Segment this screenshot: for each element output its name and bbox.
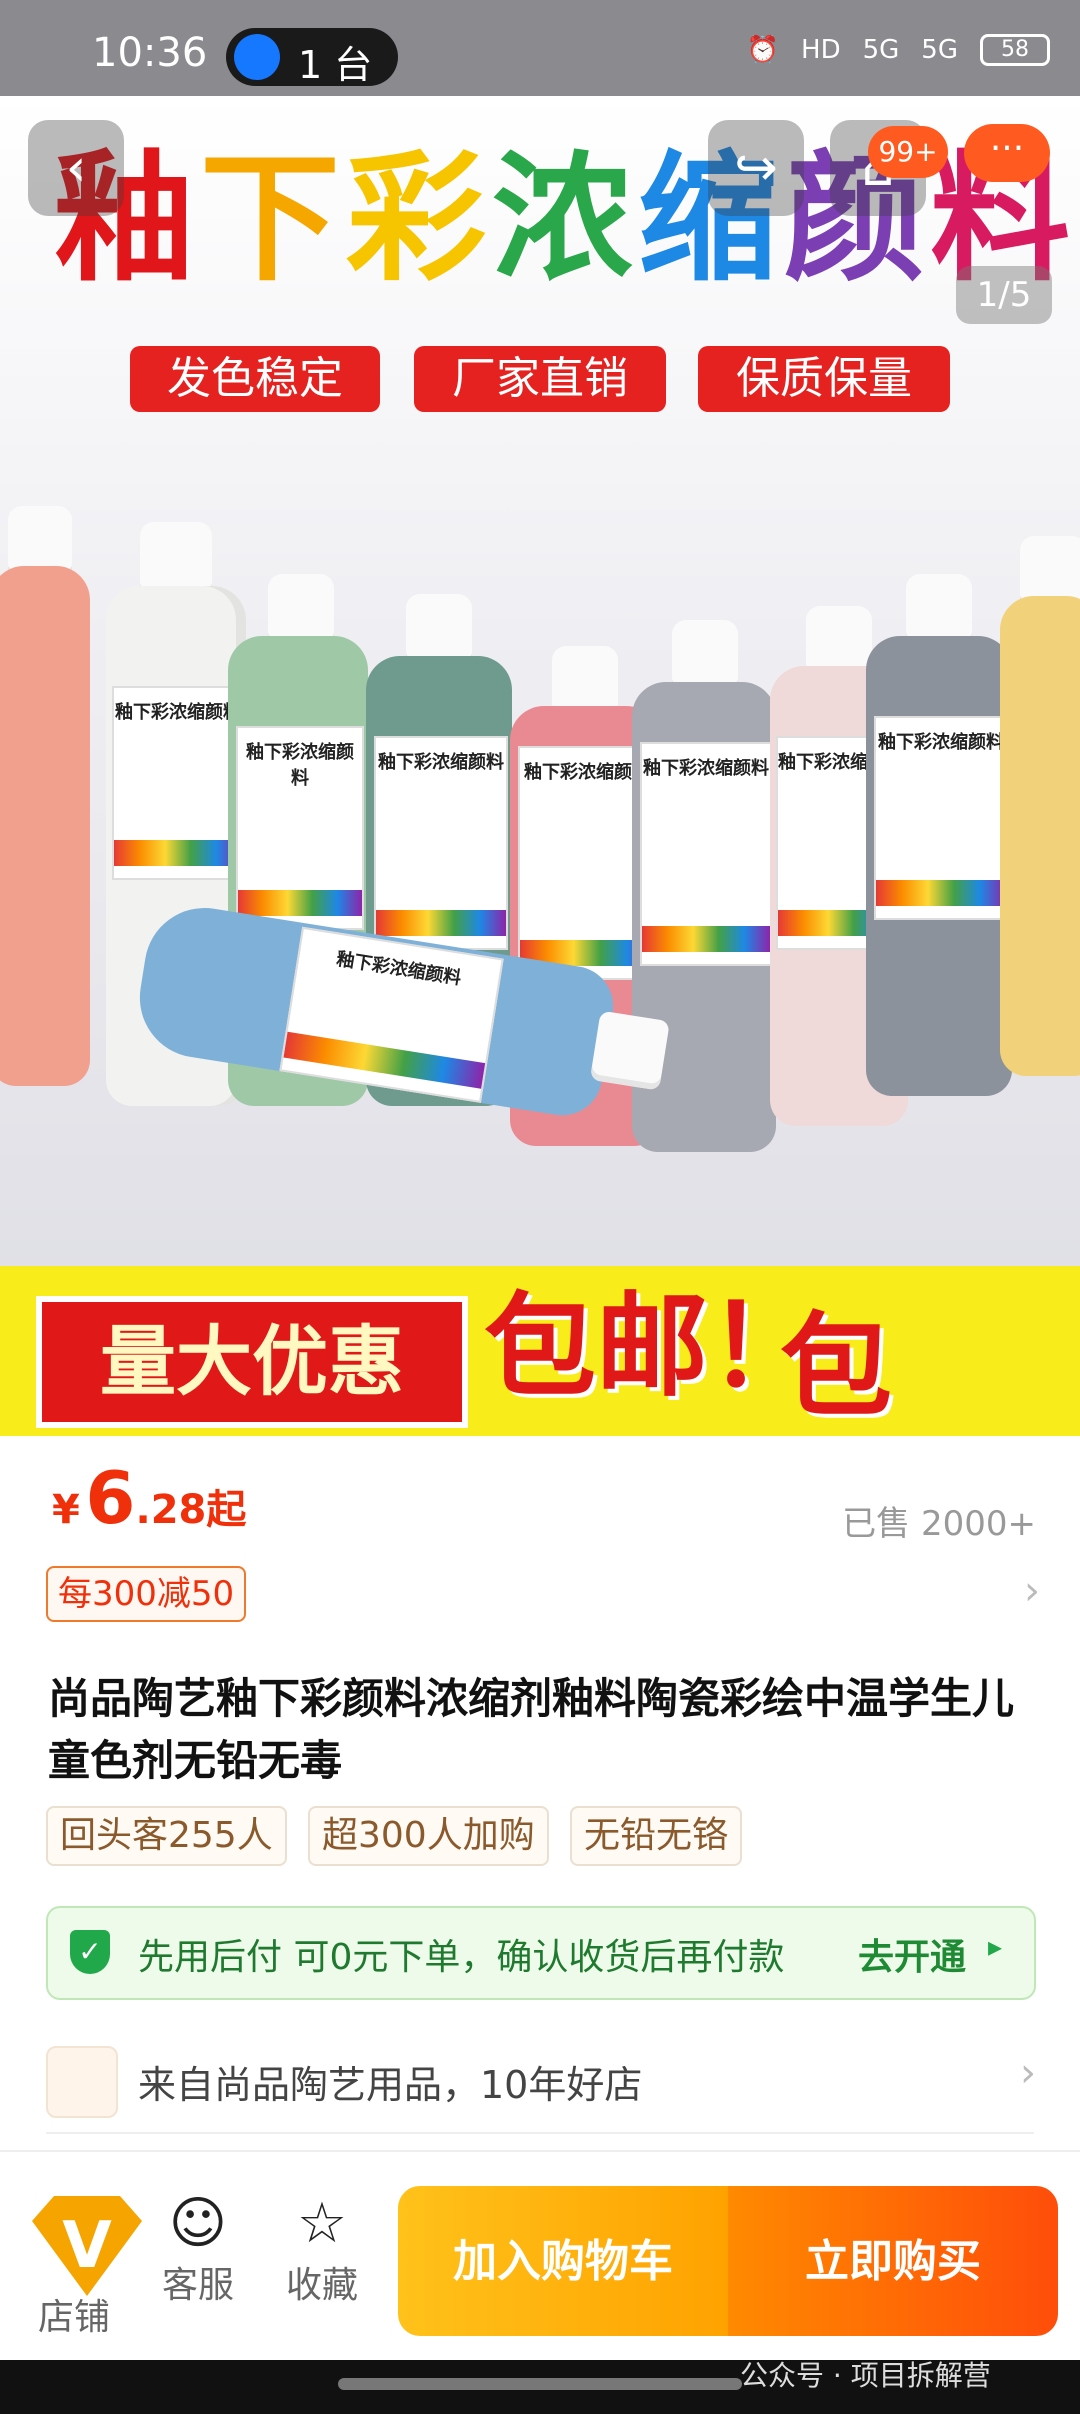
service-tab[interactable]: ☺ 客服 — [148, 2192, 248, 2308]
image-counter: 1/5 — [956, 266, 1052, 324]
action-bar: V 店铺 ☺ 客服 ☆ 收藏 加入购物车 立即购买 — [0, 2150, 1080, 2362]
pay-later-banner[interactable]: ✓ 先用后付 可0元下单，确认收货后再付款 去开通 ▸ — [46, 1906, 1036, 2000]
banner-char: 彩 — [346, 137, 493, 301]
bottle — [1000, 536, 1080, 1076]
cart-badge: 99+ — [868, 126, 948, 178]
feature-badge: 保质保量 — [698, 346, 950, 412]
back-button[interactable]: ‹ — [28, 120, 124, 216]
pay-later-text: 先用后付 可0元下单，确认收货后再付款 — [138, 1937, 785, 1978]
bottle-label: 釉下彩浓缩颜料 — [643, 758, 769, 779]
promo-damage-cover: 包损！ — [780, 1301, 892, 1432]
battery-icon: 58 — [980, 34, 1050, 66]
banner-char: 浓 — [492, 137, 639, 301]
status-bar: 10:36 1 台 ⏰ HD 5G 5G 58 — [0, 0, 1080, 96]
feature-badge: 厂家直销 — [414, 346, 666, 412]
divider — [46, 2132, 1034, 2134]
more-button[interactable]: ··· — [964, 124, 1050, 182]
store-tab[interactable]: 店铺 — [24, 2288, 124, 2340]
shop-text: 来自尚品陶艺用品，10年好店 — [138, 2063, 643, 2107]
banner-char: 下 — [200, 137, 347, 301]
promo-free-shipping: 包邮！ — [484, 1281, 820, 1412]
bottle — [0, 506, 90, 1086]
buy-now-button[interactable]: 立即购买 — [728, 2186, 1058, 2336]
favorite-tab[interactable]: ☆ 收藏 — [272, 2192, 372, 2308]
v-logo-icon: V — [32, 2196, 142, 2296]
share-button[interactable]: ↪ — [708, 120, 804, 216]
chevron-right-icon[interactable]: › — [1024, 1568, 1040, 1614]
signal-icon-1: 5G — [862, 35, 900, 65]
feature-badge: 发色稳定 — [130, 346, 380, 412]
play-arrow-icon: ▸ — [988, 1930, 1003, 1963]
hotspot-pill[interactable]: 1 台 — [226, 28, 398, 87]
shop-row[interactable]: 来自尚品陶艺用品，10年好店 › — [46, 2040, 1036, 2120]
bottle-label: 釉下彩浓缩颜料 — [878, 732, 1004, 753]
service-tab-label: 客服 — [161, 2265, 234, 2306]
product-tag: 无铅无铬 — [570, 1806, 743, 1866]
hd-icon: HD — [801, 35, 841, 65]
price-integer: 6 — [85, 1456, 136, 1540]
pay-later-activate[interactable]: 去开通 — [858, 1928, 966, 1980]
bottle-label: 釉下彩浓缩颜料 — [246, 742, 354, 789]
wifi-icon — [234, 34, 280, 80]
sold-count: 已售 2000+ — [842, 1504, 1036, 1544]
status-time: 10:36 — [92, 30, 208, 76]
shield-check-icon: ✓ — [70, 1930, 110, 1974]
product-title: 尚品陶艺釉下彩颜料浓缩剂釉料陶瓷彩绘中温学生儿童色剂无铅无毒 — [48, 1674, 1015, 1785]
favorite-tab-label: 收藏 — [285, 2265, 358, 2306]
product-image-carousel[interactable]: 釉下彩浓缩颜料 ‹ ↪ ⌂ 99+ ··· 1/5 发色稳定 厂家直销 保质保量… — [0, 96, 1080, 1436]
alarm-icon: ⏰ — [746, 35, 780, 65]
price-decimal: .28 — [135, 1487, 207, 1533]
watermark: 公众号 · 项目拆解营 — [740, 2359, 991, 2392]
promo-box: 量大优惠 — [36, 1296, 468, 1428]
product-tag: 回头客255人 — [46, 1806, 287, 1866]
customer-service-icon: ☺ — [168, 2191, 228, 2256]
coupon-badge[interactable]: 每300减50 — [46, 1566, 247, 1622]
bottle: 釉下彩浓缩颜料 — [866, 574, 1012, 1096]
chevron-right-icon: › — [1020, 2050, 1036, 2096]
price: ¥ 6.28起 — [52, 1456, 246, 1540]
bottle-body — [0, 566, 90, 1086]
store-tab-label: 店铺 — [37, 2297, 110, 2338]
price-currency: ¥ — [52, 1487, 80, 1533]
star-icon: ☆ — [296, 2191, 348, 2256]
hotspot-count: 1 台 — [298, 43, 373, 87]
status-icons: ⏰ HD 5G 5G 58 — [747, 34, 1050, 66]
add-to-cart-button[interactable]: 加入购物车 — [398, 2186, 728, 2336]
home-indicator[interactable] — [338, 2378, 742, 2390]
signal-icon-2: 5G — [921, 35, 958, 65]
product-tag: 超300人加购 — [308, 1806, 549, 1866]
store-icon — [46, 2046, 118, 2118]
bottle-label: 釉下彩浓缩颜料 — [378, 752, 504, 773]
bottle-label: 釉下彩浓缩颜料 — [115, 702, 241, 723]
price-suffix: 起 — [206, 1487, 247, 1533]
